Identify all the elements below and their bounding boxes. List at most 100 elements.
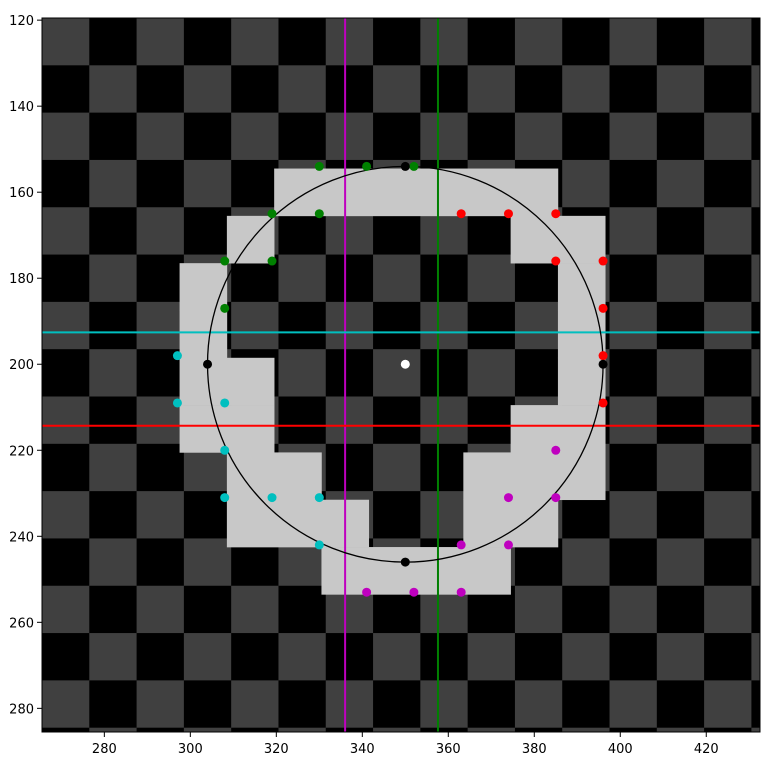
checker-cell xyxy=(514,633,563,681)
data-point xyxy=(503,540,513,550)
checker-cell xyxy=(656,254,705,303)
checker-cell xyxy=(514,65,563,114)
checker-cell xyxy=(467,301,516,350)
checker-cell xyxy=(231,633,279,681)
checker-cell xyxy=(656,18,705,66)
checker-cell xyxy=(704,680,752,729)
checker-cell xyxy=(42,207,90,256)
checker-cell xyxy=(609,112,658,161)
data-point xyxy=(598,351,608,361)
data-point xyxy=(172,351,182,361)
checker-cell xyxy=(278,680,327,729)
checker-cell xyxy=(562,159,611,208)
checker-cell xyxy=(278,301,327,350)
circle-center-point xyxy=(400,359,410,369)
checker-cell xyxy=(609,159,658,208)
checker-cell xyxy=(751,633,760,681)
checker-cell xyxy=(467,254,516,303)
checker-cell xyxy=(42,349,90,398)
checker-cell xyxy=(42,159,90,208)
data-point xyxy=(503,493,513,503)
ring-cell xyxy=(463,452,606,501)
checker-cell xyxy=(467,633,516,681)
checker-cell xyxy=(42,680,90,729)
checker-cell xyxy=(656,301,705,350)
checker-cell xyxy=(136,207,185,256)
data-point xyxy=(220,256,230,266)
checker-cell xyxy=(562,727,611,732)
checker-cell xyxy=(609,65,658,114)
checkerboard-background xyxy=(42,18,760,732)
x-tick-label: 380 xyxy=(522,742,547,757)
ring-cell xyxy=(510,405,606,453)
checker-cell xyxy=(278,585,327,634)
checker-cell xyxy=(704,112,752,161)
y-tick-label: 120 xyxy=(9,14,34,29)
checker-cell xyxy=(704,301,752,350)
ring-cell xyxy=(274,168,559,217)
checker-cell xyxy=(373,112,421,161)
data-point xyxy=(172,398,182,408)
data-point xyxy=(409,587,419,597)
checker-cell xyxy=(231,65,279,114)
checker-cell xyxy=(183,680,232,729)
checker-cell xyxy=(136,65,185,114)
checker-cell xyxy=(609,633,658,681)
checker-cell xyxy=(89,18,138,66)
checker-cell xyxy=(373,18,421,66)
checker-cell xyxy=(373,65,421,114)
checker-cell xyxy=(136,585,185,634)
checker-cell xyxy=(420,491,469,539)
checker-cell xyxy=(704,396,752,445)
data-point xyxy=(598,303,608,313)
checker-cell xyxy=(704,585,752,634)
checker-cell xyxy=(609,18,658,66)
y-tick-label: 160 xyxy=(9,186,34,201)
checker-cell xyxy=(278,633,327,681)
checker-cell xyxy=(656,112,705,161)
checker-cell xyxy=(42,727,90,732)
checker-cell xyxy=(704,538,752,587)
checker-cell xyxy=(656,680,705,729)
checker-cell xyxy=(751,254,760,303)
checker-cell xyxy=(467,396,516,445)
checker-cell xyxy=(183,585,232,634)
checker-cell xyxy=(704,159,752,208)
checker-cell xyxy=(278,65,327,114)
checker-cell xyxy=(420,112,469,161)
ring-cell xyxy=(557,263,606,311)
checker-cell xyxy=(656,207,705,256)
checker-cell xyxy=(89,585,138,634)
checker-cell xyxy=(656,585,705,634)
checker-cell xyxy=(89,207,138,256)
ring-cell xyxy=(179,310,228,359)
y-tick-label: 180 xyxy=(9,272,34,287)
checker-cell xyxy=(278,396,327,445)
checker-cell xyxy=(136,633,185,681)
checker-cell xyxy=(89,680,138,729)
checker-cell xyxy=(42,18,90,66)
checker-cell xyxy=(136,18,185,66)
checker-cell xyxy=(751,18,760,66)
x-tick-label: 300 xyxy=(178,742,203,757)
checker-cell xyxy=(325,396,374,445)
ring-cell xyxy=(557,310,606,359)
data-point xyxy=(362,587,372,597)
checker-cell xyxy=(373,491,421,539)
circle-extreme-point xyxy=(400,161,410,171)
checker-cell xyxy=(751,396,760,445)
data-point xyxy=(551,493,561,503)
checker-cell xyxy=(325,112,374,161)
checker-cell xyxy=(42,396,90,445)
checker-cell xyxy=(420,65,469,114)
checker-cell xyxy=(183,207,232,256)
checker-cell xyxy=(562,65,611,114)
checker-cell xyxy=(704,443,752,492)
circle-extreme-point xyxy=(203,359,213,369)
checker-cell xyxy=(562,680,611,729)
checker-cell xyxy=(231,112,279,161)
checker-cell xyxy=(325,254,374,303)
checker-cell xyxy=(373,396,421,445)
x-tick-label: 360 xyxy=(436,742,461,757)
ring-cell xyxy=(463,499,559,548)
